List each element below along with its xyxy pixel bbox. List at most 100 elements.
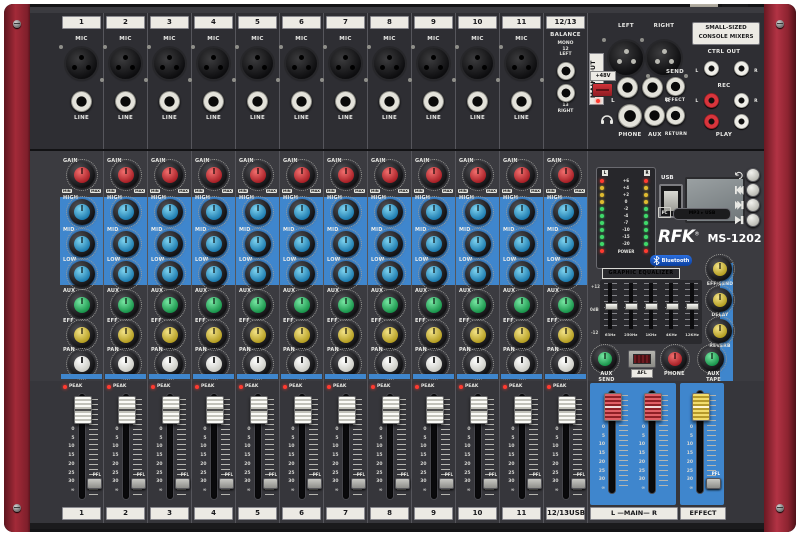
- afl-button[interactable]: [628, 350, 656, 368]
- mid-knob[interactable]: [465, 231, 491, 257]
- aux-knob[interactable]: [157, 292, 183, 318]
- channel-fader[interactable]: [558, 396, 576, 424]
- eff-knob[interactable]: [201, 322, 227, 348]
- channel-fader[interactable]: [250, 396, 268, 424]
- eff-knob[interactable]: [69, 322, 95, 348]
- gain-knob[interactable]: [157, 162, 183, 188]
- channel-fader[interactable]: [338, 396, 356, 424]
- eq-band-slider[interactable]: 4KHz: [665, 283, 678, 329]
- aux-knob[interactable]: [509, 292, 535, 318]
- aux-knob[interactable]: [69, 292, 95, 318]
- low-knob[interactable]: [289, 261, 315, 287]
- pfl-button[interactable]: [395, 478, 410, 489]
- main-right-fader[interactable]: [644, 393, 662, 421]
- repeat-button[interactable]: [746, 168, 760, 182]
- fx-knob[interactable]: [708, 257, 732, 281]
- eff-knob[interactable]: [377, 322, 403, 348]
- low-knob[interactable]: [553, 261, 579, 287]
- high-knob[interactable]: [333, 199, 359, 225]
- eq-slider-cap[interactable]: [645, 303, 658, 310]
- high-knob[interactable]: [201, 199, 227, 225]
- channel-fader[interactable]: [470, 396, 488, 424]
- aux-knob[interactable]: [553, 292, 579, 318]
- gain-knob[interactable]: [509, 162, 535, 188]
- channel-fader[interactable]: [426, 396, 444, 424]
- aux-send-knob[interactable]: [593, 347, 617, 371]
- gain-knob[interactable]: [553, 162, 579, 188]
- low-knob[interactable]: [245, 261, 271, 287]
- eq-slider-cap[interactable]: [625, 303, 638, 310]
- gain-knob[interactable]: [201, 162, 227, 188]
- gain-knob[interactable]: [421, 162, 447, 188]
- eq-band-slider[interactable]: 250Hz: [624, 283, 637, 329]
- eq-slider-cap[interactable]: [666, 303, 679, 310]
- high-knob[interactable]: [157, 199, 183, 225]
- low-knob[interactable]: [69, 261, 95, 287]
- low-knob[interactable]: [421, 261, 447, 287]
- aux-knob[interactable]: [113, 292, 139, 318]
- play-button[interactable]: [746, 213, 760, 227]
- pfl-button[interactable]: [87, 478, 102, 489]
- gain-knob[interactable]: [245, 162, 271, 188]
- eff-knob[interactable]: [421, 322, 447, 348]
- pfl-button[interactable]: [527, 478, 542, 489]
- mid-knob[interactable]: [201, 231, 227, 257]
- low-knob[interactable]: [377, 261, 403, 287]
- aux-knob[interactable]: [289, 292, 315, 318]
- effect-pfl-button[interactable]: [706, 478, 721, 489]
- phone-knob[interactable]: [663, 347, 687, 371]
- pfl-button[interactable]: [351, 478, 366, 489]
- fx-knob[interactable]: [708, 288, 732, 312]
- pfl-button[interactable]: [483, 478, 498, 489]
- channel-fader[interactable]: [74, 396, 92, 424]
- channel-fader[interactable]: [162, 396, 180, 424]
- gain-knob[interactable]: [113, 162, 139, 188]
- mid-knob[interactable]: [377, 231, 403, 257]
- channel-fader[interactable]: [514, 396, 532, 424]
- high-knob[interactable]: [69, 199, 95, 225]
- pfl-button[interactable]: [439, 478, 454, 489]
- high-knob[interactable]: [421, 199, 447, 225]
- mid-knob[interactable]: [113, 231, 139, 257]
- channel-fader[interactable]: [294, 396, 312, 424]
- eff-knob[interactable]: [113, 322, 139, 348]
- eq-slider-cap[interactable]: [605, 303, 618, 310]
- phantom-power-switch[interactable]: [592, 83, 613, 97]
- mid-knob[interactable]: [245, 231, 271, 257]
- mid-knob[interactable]: [289, 231, 315, 257]
- mid-knob[interactable]: [333, 231, 359, 257]
- mid-knob[interactable]: [553, 231, 579, 257]
- effect-fader[interactable]: [692, 393, 710, 421]
- pfl-button[interactable]: [219, 478, 234, 489]
- pfl-button[interactable]: [571, 478, 586, 489]
- high-knob[interactable]: [509, 199, 535, 225]
- aux-knob[interactable]: [421, 292, 447, 318]
- channel-fader[interactable]: [382, 396, 400, 424]
- mid-knob[interactable]: [157, 231, 183, 257]
- eff-knob[interactable]: [245, 322, 271, 348]
- high-knob[interactable]: [553, 199, 579, 225]
- low-knob[interactable]: [157, 261, 183, 287]
- high-knob[interactable]: [113, 199, 139, 225]
- aux-knob[interactable]: [333, 292, 359, 318]
- aux-knob[interactable]: [245, 292, 271, 318]
- low-knob[interactable]: [113, 261, 139, 287]
- eq-band-slider[interactable]: 12KHz: [685, 283, 698, 329]
- main-left-fader[interactable]: [604, 393, 622, 421]
- eq-band-slider[interactable]: 63Hz: [604, 283, 617, 329]
- high-knob[interactable]: [465, 199, 491, 225]
- mid-knob[interactable]: [421, 231, 447, 257]
- prev-button[interactable]: [746, 183, 760, 197]
- next-button[interactable]: [746, 198, 760, 212]
- aux-knob[interactable]: [465, 292, 491, 318]
- pfl-button[interactable]: [175, 478, 190, 489]
- eff-knob[interactable]: [289, 322, 315, 348]
- aux-knob[interactable]: [377, 292, 403, 318]
- pfl-button[interactable]: [263, 478, 278, 489]
- gain-knob[interactable]: [333, 162, 359, 188]
- gain-knob[interactable]: [69, 162, 95, 188]
- high-knob[interactable]: [245, 199, 271, 225]
- mid-knob[interactable]: [509, 231, 535, 257]
- low-knob[interactable]: [465, 261, 491, 287]
- eff-knob[interactable]: [333, 322, 359, 348]
